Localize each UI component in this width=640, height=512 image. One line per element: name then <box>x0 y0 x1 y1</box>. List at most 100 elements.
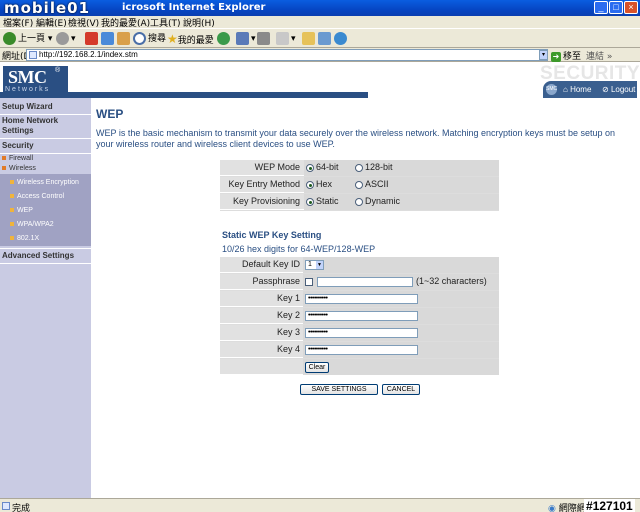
folder-icon <box>302 32 315 45</box>
passphrase-cell: (1~32 characters) <box>303 274 499 290</box>
status-bar: 完成 ◉ 網際網 #127101 <box>0 498 640 512</box>
hex-hint: 10/26 hex digits for 64-WEP/128-WEP <box>222 244 376 254</box>
clear-button[interactable]: Clear <box>305 362 329 373</box>
key3-label: Key 3 <box>276 327 300 337</box>
wep-mode-row: WEP Mode 64-bit 128-bit <box>220 160 499 176</box>
header-nav: SMC ⌂ Home ⊘ Logout <box>543 81 637 98</box>
watermark-logo: mobile01 <box>4 0 91 17</box>
research-button[interactable] <box>318 31 333 47</box>
links-button[interactable]: 連結 » <box>586 49 612 62</box>
bullet-icon <box>10 236 14 241</box>
close-button[interactable]: × <box>624 1 638 14</box>
window-title-bar: mobile01 icrosoft Internet Explorer _ □ … <box>0 0 640 17</box>
address-dropdown[interactable]: ▾ <box>539 50 548 60</box>
key-entry-row: Key Entry Method Hex ASCII <box>220 177 499 193</box>
dynamic-label: Dynamic <box>365 196 401 206</box>
hex-radio[interactable] <box>306 181 314 189</box>
history-button[interactable] <box>217 31 232 47</box>
research-icon <box>318 32 331 45</box>
wep-128-radio[interactable] <box>355 164 363 172</box>
sidebar-item-firewall[interactable]: Firewall <box>2 155 33 162</box>
key-provisioning-options: Static Dynamic <box>304 194 499 210</box>
divider <box>0 248 91 249</box>
key2-cell: •••••••••• <box>303 308 499 324</box>
default-key-select[interactable]: 1 ▼ <box>305 260 324 270</box>
key-entry-label: Key Entry Method <box>228 179 300 189</box>
bullet-icon <box>2 166 6 171</box>
sidebar-item-wireless-encryption[interactable]: Wireless Encryption <box>10 179 79 186</box>
bullet-icon <box>10 194 14 199</box>
toolbar: 上一頁 ▾ ▾ 搜尋 ★我的最愛 ▾ ▾ <box>0 28 640 48</box>
sidebar-home-network[interactable]: Home Network <box>0 116 91 126</box>
key4-cell: •••••••••• <box>303 342 499 358</box>
key-provisioning-row: Key Provisioning Static Dynamic <box>220 194 499 210</box>
menu-bar: 檔案(F) 編輯(E) 檢視(V) 我的最愛(A) 工具(T) 說明(H) <box>0 16 640 29</box>
edit-button[interactable]: ▾ <box>276 31 296 47</box>
divider <box>0 138 91 139</box>
mail-button[interactable]: ▾ <box>236 31 256 47</box>
forward-button[interactable]: ▾ <box>56 31 76 47</box>
home-browser-button[interactable] <box>117 31 132 47</box>
back-button[interactable]: 上一頁 ▾ <box>3 31 52 47</box>
address-input[interactable]: http://192.168.2.1/index.stm <box>26 49 548 61</box>
save-settings-button[interactable]: SAVE SETTINGS <box>300 384 378 395</box>
cancel-button[interactable]: CANCEL <box>382 384 420 395</box>
sidebar-setup-wizard[interactable]: Setup Wizard <box>0 102 91 112</box>
passphrase-row: Passphrase (1~32 characters) <box>220 274 499 290</box>
folder-button[interactable] <box>302 31 317 47</box>
favorites-button[interactable]: ★我的最愛 <box>167 31 214 47</box>
watermark-id: #127101 <box>584 499 635 512</box>
wireless-submenu: Wireless Encryption Access Control WEP W… <box>0 174 91 246</box>
house-icon <box>117 32 130 45</box>
key4-row: Key 4 •••••••••• <box>220 342 499 358</box>
sidebar-item-access-control[interactable]: Access Control <box>10 193 64 200</box>
key2-input[interactable]: •••••••••• <box>305 311 418 321</box>
static-radio[interactable] <box>306 198 314 206</box>
logout-icon: ⊘ <box>602 85 609 94</box>
key2-label: Key 2 <box>276 310 300 320</box>
dynamic-radio[interactable] <box>355 198 363 206</box>
passphrase-checkbox[interactable] <box>305 278 313 286</box>
refresh-button[interactable] <box>101 31 116 47</box>
sidebar-item-wireless[interactable]: Wireless <box>2 165 36 172</box>
ascii-radio[interactable] <box>355 181 363 189</box>
edit-page-icon <box>276 32 289 45</box>
home-link[interactable]: ⌂ Home <box>563 81 591 98</box>
back-arrow-icon <box>3 32 16 45</box>
passphrase-hint: (1~32 characters) <box>416 276 487 286</box>
sidebar-item-wpa[interactable]: WPA/WPA2 <box>10 221 54 228</box>
go-arrow-icon: ➜ <box>551 52 561 62</box>
zone-indicator: ◉ 網際網 <box>548 504 586 512</box>
stop-icon <box>85 32 98 45</box>
passphrase-input[interactable] <box>317 277 413 287</box>
ascii-label: ASCII <box>365 179 389 189</box>
static-wep-title: Static WEP Key Setting <box>222 230 322 240</box>
minimize-button[interactable]: _ <box>594 1 608 14</box>
star-icon: ★ <box>167 32 178 46</box>
wep-mode-label: WEP Mode <box>254 162 300 172</box>
sidebar-item-wep[interactable]: WEP <box>10 207 33 214</box>
print-button[interactable] <box>257 31 272 47</box>
status-text: 完成 <box>12 504 31 512</box>
printer-icon <box>257 32 270 45</box>
stop-button[interactable] <box>85 31 100 47</box>
sidebar-item-8021x[interactable]: 802.1X <box>10 235 39 242</box>
sidebar-advanced-settings[interactable]: Advanced Settings <box>0 251 91 261</box>
bullet-icon <box>2 156 6 161</box>
go-button[interactable]: ➜ 移至 <box>551 49 581 62</box>
sidebar-security[interactable]: Security <box>0 141 91 151</box>
key4-input[interactable]: •••••••••• <box>305 345 418 355</box>
house-icon: ⌂ <box>563 85 568 94</box>
messenger-button[interactable] <box>334 31 349 47</box>
key4-label: Key 4 <box>276 344 300 354</box>
key2-row: Key 2 •••••••••• <box>220 308 499 324</box>
maximize-button[interactable]: □ <box>609 1 623 14</box>
smc-logo: SMC ® Networks <box>3 66 68 94</box>
sidebar-home-network-line2[interactable]: Settings <box>0 126 91 136</box>
wep-64-radio[interactable] <box>306 164 314 172</box>
key1-input[interactable]: •••••••••• <box>305 294 418 304</box>
divider <box>0 114 91 115</box>
key3-input[interactable]: •••••••••• <box>305 328 418 338</box>
search-button[interactable]: 搜尋 <box>133 31 166 47</box>
logout-link[interactable]: ⊘ Logout <box>602 81 635 98</box>
